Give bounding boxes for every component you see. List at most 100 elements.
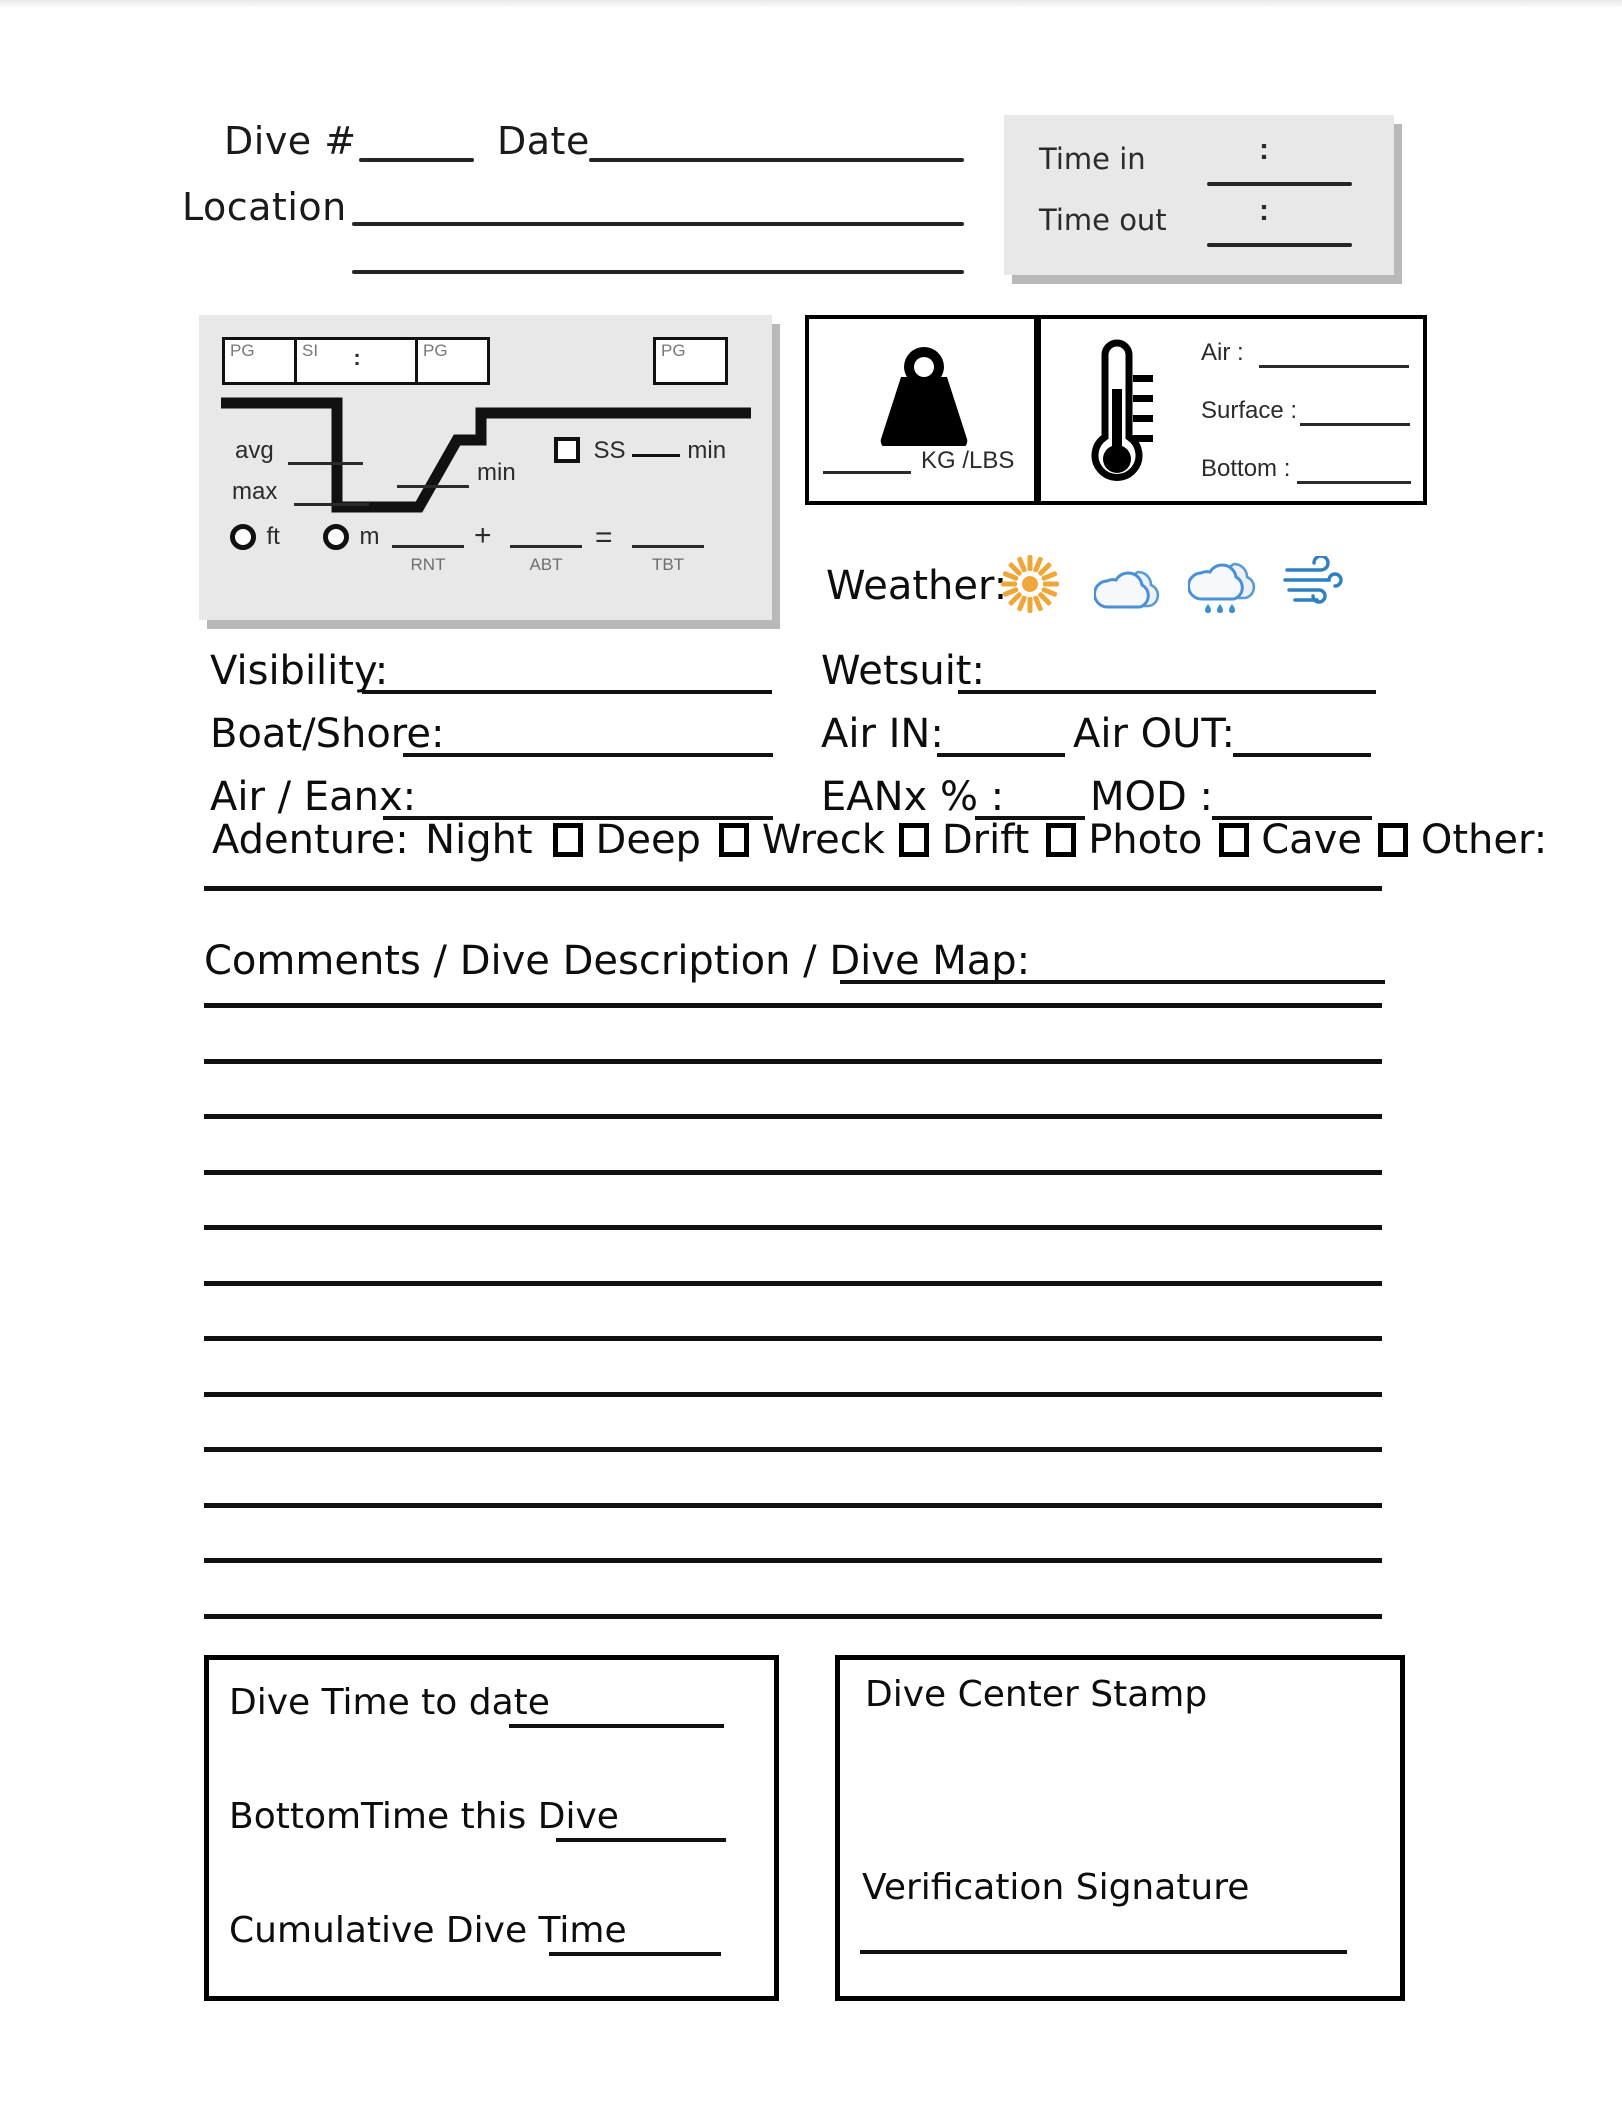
equals-symbol: = xyxy=(595,521,613,554)
date-label: Date xyxy=(497,119,590,163)
air-temp-label: Air : xyxy=(1201,339,1244,366)
plus-symbol: + xyxy=(474,519,492,552)
air-eanx-label: Air / Eanx: xyxy=(210,774,417,820)
weather-option-wind[interactable] xyxy=(1281,556,1347,612)
comment-line[interactable] xyxy=(204,1502,1382,1508)
abt-label: ABT xyxy=(529,555,563,574)
weight-field[interactable] xyxy=(823,471,911,474)
adventure-checkbox-wreck[interactable] xyxy=(719,823,750,857)
dive-log-page: Dive # Date Location Time in : Time out … xyxy=(0,0,1622,2112)
adventure-option-photo: Photo xyxy=(1088,817,1203,863)
comment-line[interactable] xyxy=(204,1058,1382,1064)
safety-stop-checkbox[interactable] xyxy=(554,437,580,463)
dive-center-stamp-title: Dive Center Stamp xyxy=(865,1674,1208,1715)
bottom-time-this-dive-label: BottomTime this Dive xyxy=(229,1796,619,1837)
pg-box-start[interactable]: PG xyxy=(222,337,297,385)
weight-icon xyxy=(880,347,968,446)
air-out-field[interactable] xyxy=(1233,753,1371,757)
cumulative-dive-time-label: Cumulative Dive Time xyxy=(229,1910,627,1951)
time-out-field[interactable] xyxy=(1207,243,1352,247)
si-box[interactable]: SI : xyxy=(294,337,418,385)
safety-stop-field[interactable] xyxy=(631,454,680,457)
adventure-option-night: Night xyxy=(425,817,533,863)
adventure-row: Adenture: Night Deep Wreck Drift Photo C… xyxy=(212,817,1547,863)
unit-m-option[interactable]: m xyxy=(323,523,379,555)
weather-option-rain[interactable] xyxy=(1188,556,1264,622)
wetsuit-field[interactable] xyxy=(958,690,1376,694)
air-in-field[interactable] xyxy=(937,753,1065,757)
adventure-option-deep: Deep xyxy=(595,817,701,863)
bottom-time-field[interactable] xyxy=(397,485,469,488)
comment-line[interactable] xyxy=(204,1336,1382,1341)
adventure-option-other: Other: xyxy=(1420,817,1548,863)
time-in-field[interactable] xyxy=(1207,182,1352,186)
tbt-field[interactable] xyxy=(632,545,704,548)
location-field-line2[interactable] xyxy=(352,270,964,274)
comment-line[interactable] xyxy=(204,1558,1382,1563)
bottom-time-unit: min xyxy=(477,459,516,486)
visibility-field[interactable] xyxy=(362,690,772,694)
dive-center-stamp-box[interactable]: Dive Center Stamp Verification Signature xyxy=(835,1655,1405,2001)
adventure-checkbox-deep[interactable] xyxy=(553,823,584,857)
time-in-separator: : xyxy=(1259,133,1269,166)
weather-option-cloudy[interactable] xyxy=(1094,562,1168,614)
comment-line[interactable] xyxy=(204,1169,1382,1175)
pg-box-mid[interactable]: PG xyxy=(415,337,490,385)
adventure-separator-line xyxy=(204,886,1382,891)
safety-stop-row[interactable]: SS min xyxy=(554,437,726,468)
air-out-label: Air OUT: xyxy=(1073,711,1235,757)
air-temp-field[interactable] xyxy=(1259,365,1409,368)
location-field-line1[interactable] xyxy=(352,222,964,226)
comment-line[interactable] xyxy=(204,1391,1382,1397)
max-depth-field[interactable] xyxy=(294,503,369,506)
avg-depth-field[interactable] xyxy=(288,462,363,465)
sun-icon[interactable] xyxy=(1001,555,1059,613)
tbt-label: TBT xyxy=(651,555,685,574)
dive-number-label: Dive # xyxy=(224,119,357,163)
comment-line[interactable] xyxy=(204,1114,1382,1119)
verification-signature-field[interactable] xyxy=(860,1950,1347,1954)
rain-cloud-icon[interactable] xyxy=(1188,556,1264,622)
adventure-checkbox-photo[interactable] xyxy=(1045,823,1076,857)
comment-line[interactable] xyxy=(204,1447,1382,1452)
dive-time-to-date-label: Dive Time to date xyxy=(229,1682,550,1723)
dive-profile-card: PG SI : PG PG avg max ft m min SS min RN… xyxy=(199,315,772,620)
wind-icon[interactable] xyxy=(1281,556,1347,612)
comment-line[interactable] xyxy=(204,1003,1382,1008)
mod-label: MOD : xyxy=(1090,774,1213,820)
dive-number-field[interactable] xyxy=(359,158,474,162)
safety-stop-label: SS xyxy=(593,437,626,464)
cumulative-dive-time-field[interactable] xyxy=(549,1952,721,1956)
m-radio-icon[interactable] xyxy=(323,524,349,550)
comments-title-field[interactable] xyxy=(840,980,1385,984)
adventure-checkbox-cave[interactable] xyxy=(1218,823,1249,857)
bottom-temp-field[interactable] xyxy=(1297,481,1411,484)
dive-time-to-date-field[interactable] xyxy=(509,1724,724,1728)
abt-field[interactable] xyxy=(510,545,582,548)
bottom-time-this-dive-field[interactable] xyxy=(556,1838,726,1842)
comment-line[interactable] xyxy=(204,1613,1382,1619)
adventure-checkbox-other[interactable] xyxy=(1378,823,1409,857)
dive-time-summary-box: Dive Time to date BottomTime this Dive C… xyxy=(204,1655,779,2001)
weather-option-sun[interactable] xyxy=(1001,555,1059,613)
comment-line[interactable] xyxy=(204,1225,1382,1230)
rnt-field[interactable] xyxy=(392,545,464,548)
air-in-label: Air IN: xyxy=(821,711,944,757)
cloud-icon[interactable] xyxy=(1094,562,1168,614)
ft-radio-icon[interactable] xyxy=(230,524,256,550)
surface-temp-field[interactable] xyxy=(1300,423,1410,426)
pg-box-end[interactable]: PG xyxy=(653,337,728,385)
adventure-checkbox-drift[interactable] xyxy=(899,823,930,857)
verification-signature-label: Verification Signature xyxy=(862,1867,1250,1908)
comment-line[interactable] xyxy=(204,1280,1382,1286)
eanx-percent-label: EANx % : xyxy=(821,774,1005,820)
weight-unit-label: KG /LBS xyxy=(921,447,1015,474)
unit-ft-option[interactable]: ft xyxy=(230,523,280,555)
time-out-label: Time out xyxy=(1039,203,1167,237)
safety-stop-unit: min xyxy=(687,437,727,464)
comments-label: Comments / Dive Description / Dive Map: xyxy=(204,938,1031,984)
boat-shore-field[interactable] xyxy=(403,753,773,757)
location-label: Location xyxy=(182,185,347,229)
date-field[interactable] xyxy=(589,158,964,162)
time-card: Time in : Time out : xyxy=(1004,115,1394,275)
